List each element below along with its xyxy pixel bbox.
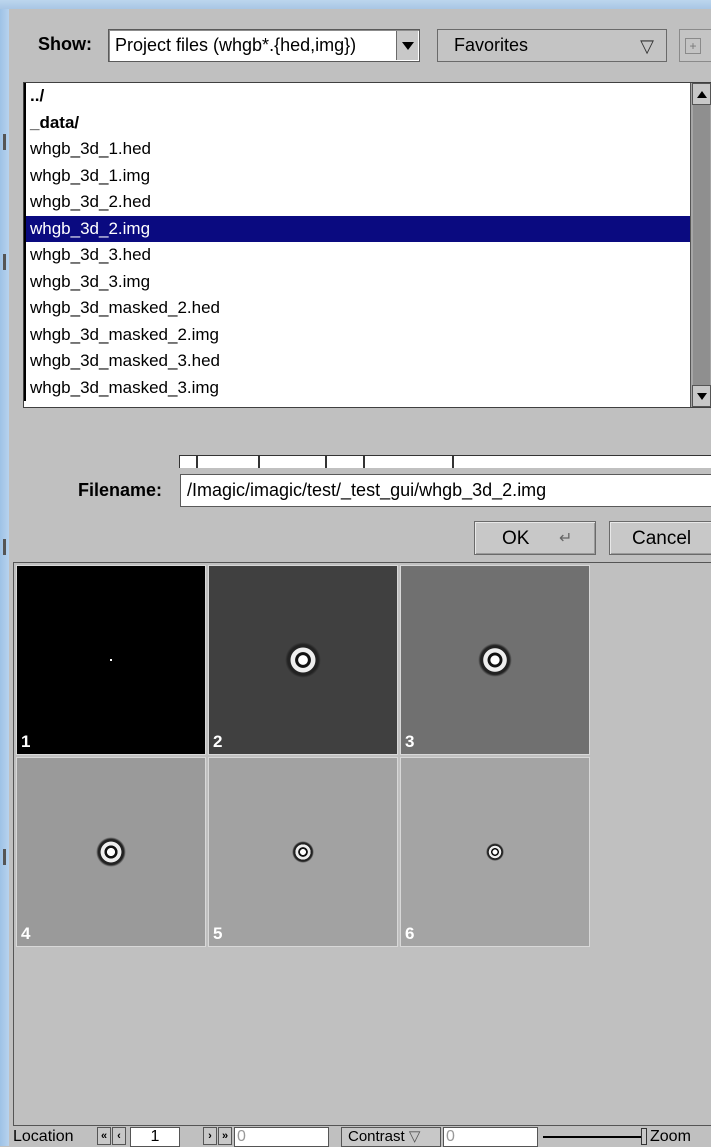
zoom-slider-handle[interactable]: [641, 1128, 647, 1145]
image-index-label: 4: [21, 924, 31, 943]
filter-dropdown-button[interactable]: [396, 31, 418, 60]
file-list-scrollbar[interactable]: [690, 83, 711, 407]
file-list-item[interactable]: whgb_3d_masked_3.img: [24, 374, 690, 401]
image-tile[interactable]: 5: [208, 757, 398, 947]
triangle-down-icon: ▽: [640, 36, 654, 56]
image-tile[interactable]: 6: [400, 757, 590, 947]
image-tile[interactable]: 3: [400, 565, 590, 755]
image-tile[interactable]: 4: [16, 757, 206, 947]
contrast-label: Contrast: [348, 1128, 405, 1145]
image-tile[interactable]: 2: [208, 565, 398, 755]
filter-select[interactable]: Project files (whgb*.{hed,img}): [108, 29, 420, 62]
particle-thumbnail: [292, 841, 314, 863]
image-index-label: 5: [213, 924, 223, 943]
file-list-item[interactable]: whgb_3d_masked_2.img: [24, 321, 690, 348]
segment-divider: [363, 456, 365, 468]
file-list-dir-item[interactable]: _data/: [24, 109, 690, 136]
image-tile[interactable]: 1: [16, 565, 206, 755]
contrast-menu[interactable]: Contrast ▽: [341, 1127, 441, 1147]
arrow-up-icon: [696, 90, 707, 98]
image-total-field: 0: [234, 1127, 329, 1147]
viewer-statusbar: Location « ‹ 1 › » 0 Contrast ▽ 0 Zoom: [13, 1125, 711, 1147]
return-key-icon: ↵: [559, 530, 573, 547]
new-folder-icon: +: [685, 38, 701, 54]
particle-thumbnail: [486, 843, 504, 861]
next-image-button[interactable]: ›: [203, 1127, 217, 1145]
window-top-edge: [0, 0, 711, 9]
particle-thumbnail: [478, 643, 512, 677]
favorites-label: Favorites: [454, 35, 529, 55]
location-label: Location: [13, 1128, 74, 1145]
image-index-label: 1: [21, 732, 31, 751]
ok-label: OK: [502, 528, 530, 549]
path-segment-strip[interactable]: [179, 455, 711, 468]
show-label: Show:: [38, 34, 92, 54]
segment-divider: [196, 456, 198, 468]
cancel-button[interactable]: Cancel: [609, 521, 711, 555]
first-image-button[interactable]: «: [97, 1127, 111, 1145]
contrast-value-field: 0: [443, 1127, 538, 1147]
file-list-item[interactable]: whgb_3d_1.hed: [24, 136, 690, 163]
zoom-label: Zoom: [650, 1128, 691, 1145]
scroll-thumb[interactable]: [693, 105, 710, 385]
segment-divider: [325, 456, 327, 468]
image-viewer[interactable]: 1 2 3 4 5 6: [13, 562, 711, 1125]
scroll-up-button[interactable]: [692, 83, 711, 105]
cancel-label: Cancel: [632, 528, 692, 549]
image-index-label: 6: [405, 924, 415, 943]
particle-thumbnail: [96, 837, 126, 867]
window-left-edge: [0, 9, 9, 1146]
file-list-items: ../_data/whgb_3d_1.hed whgb_3d_1.img whgb_…: [24, 83, 690, 401]
particle-thumbnail: [110, 659, 112, 661]
filter-select-value: Project files (whgb*.{hed,img}): [115, 35, 357, 55]
last-image-button[interactable]: »: [218, 1127, 232, 1145]
file-list-item[interactable]: whgb_3d_3.img: [24, 268, 690, 295]
zoom-slider-track: [543, 1136, 643, 1138]
scroll-down-button[interactable]: [692, 385, 711, 407]
ok-button[interactable]: OK ↵: [474, 521, 596, 555]
favorites-menu[interactable]: Favorites ▽: [437, 29, 667, 62]
image-index-label: 3: [405, 732, 415, 751]
chevron-down-icon: [401, 41, 414, 50]
file-list-item[interactable]: whgb_3d_2.img: [24, 215, 690, 242]
particle-thumbnail: [285, 642, 321, 678]
file-list-item[interactable]: whgb_3d_3.hed: [24, 242, 690, 269]
file-list-item[interactable]: whgb_3d_2.hed: [24, 189, 690, 216]
filename-label: Filename:: [78, 480, 163, 500]
segment-divider: [258, 456, 260, 468]
zoom-slider[interactable]: [543, 1127, 647, 1147]
file-list-item[interactable]: whgb_3d_masked_2.hed: [24, 295, 690, 322]
new-folder-button[interactable]: +: [679, 29, 711, 62]
segment-divider: [452, 456, 454, 468]
file-list[interactable]: ../_data/whgb_3d_1.hed whgb_3d_1.img whgb_…: [23, 82, 711, 408]
arrow-down-icon: [696, 392, 707, 400]
previous-image-button[interactable]: ‹: [112, 1127, 126, 1145]
image-index-label: 2: [213, 732, 223, 751]
file-list-item[interactable]: whgb_3d_1.img: [24, 162, 690, 189]
triangle-down-icon: ▽: [404, 1128, 421, 1145]
location-index-input[interactable]: 1: [130, 1127, 180, 1147]
file-list-item[interactable]: whgb_3d_masked_3.hed: [24, 348, 690, 375]
filename-input[interactable]: /Imagic/imagic/test/_test_gui/whgb_3d_2.…: [180, 474, 711, 507]
file-list-dir-item[interactable]: ../: [24, 83, 690, 110]
